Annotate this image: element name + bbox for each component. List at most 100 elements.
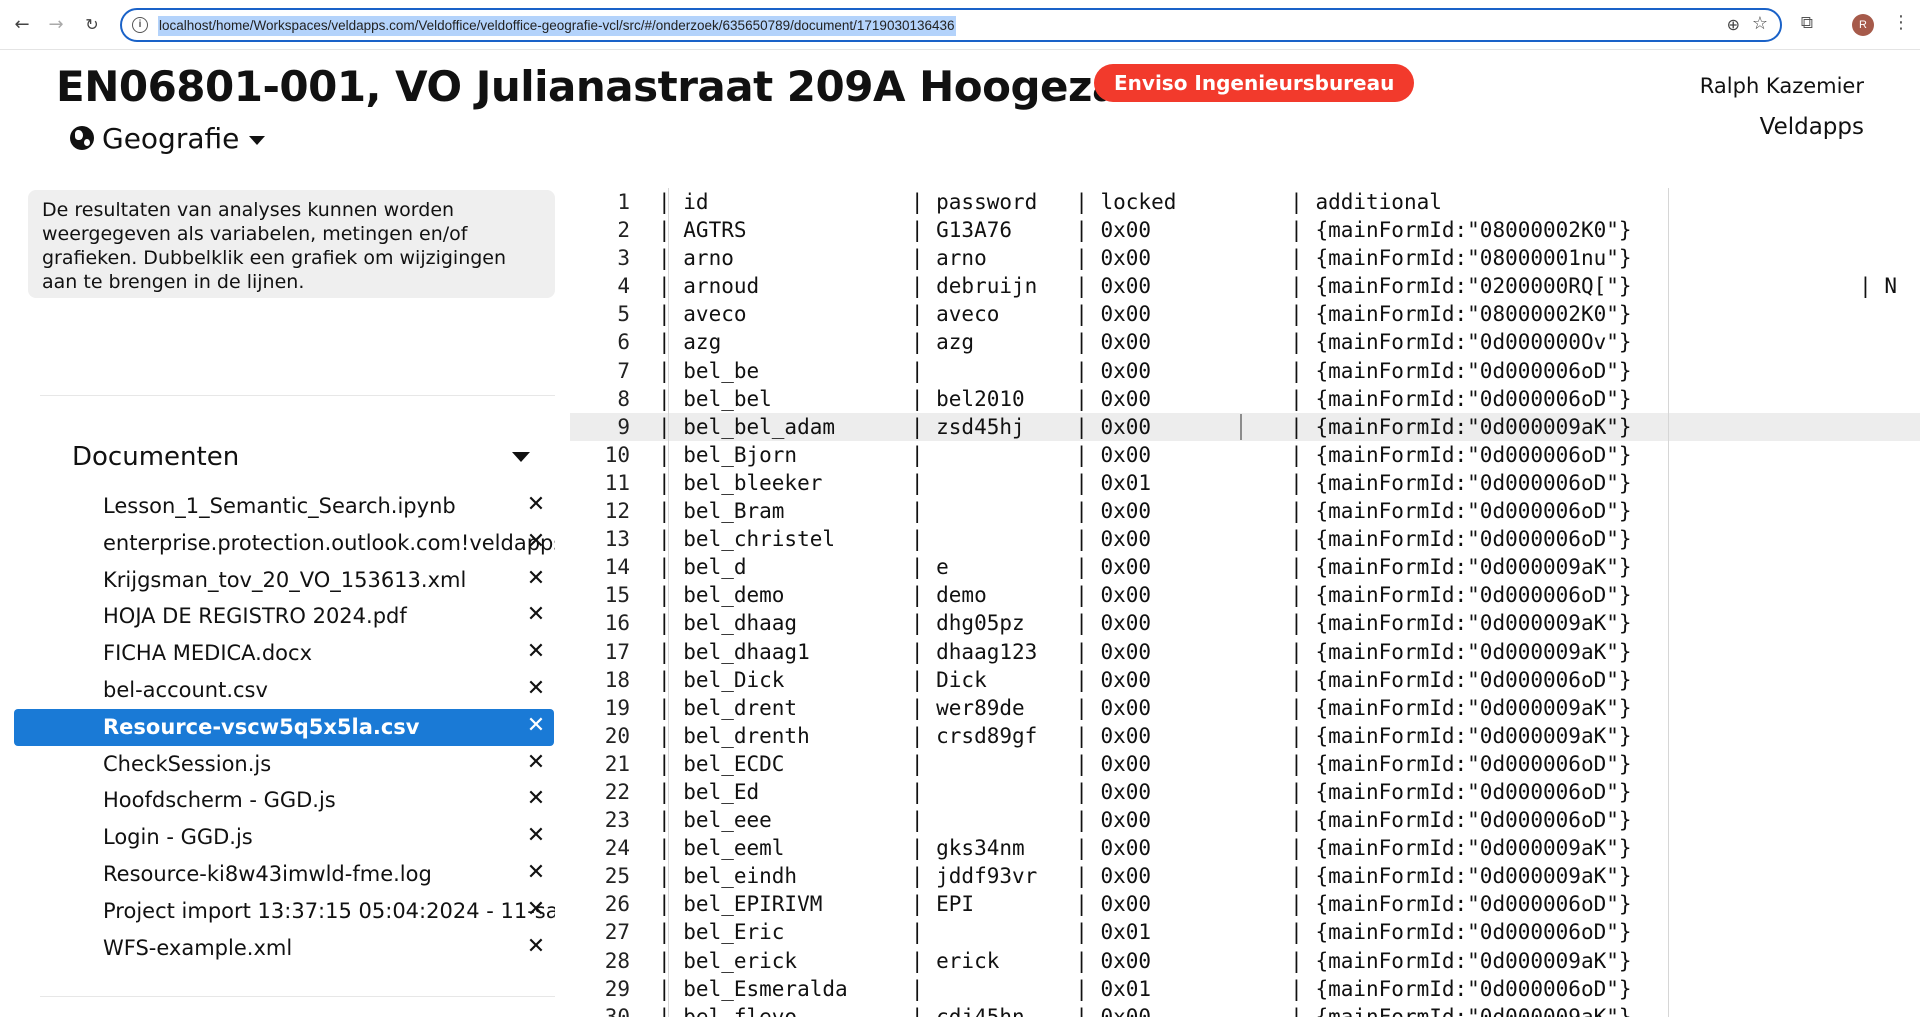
editor-line[interactable]: 23 | bel_eee | | 0x00 | {mainFormId:"0d00… <box>570 806 1920 834</box>
editor-line[interactable]: 24 | bel_eeml | gks34nm | 0x00 | {mainFor… <box>570 834 1920 862</box>
line-text[interactable]: | bel_erick | erick | 0x00 | {mainFormId… <box>658 947 1632 975</box>
editor-line[interactable]: 5 | aveco | aveco | 0x00 | {mainFormId:"0… <box>570 300 1920 328</box>
zoom-icon[interactable]: ⊕ <box>1727 15 1740 34</box>
document-name[interactable]: FICHA MEDICA.docx <box>103 641 555 665</box>
line-text[interactable]: | bel_demo | demo | 0x00 | {mainFormId:"… <box>658 581 1632 609</box>
close-icon[interactable]: ✕ <box>524 565 548 593</box>
address-bar[interactable]: i localhost/home/Workspaces/veldapps.com… <box>120 8 1782 42</box>
document-item[interactable]: bel-account.csv ✕ <box>14 672 554 709</box>
document-name[interactable]: Resource-ki8w43imwld-fme.log <box>103 862 555 886</box>
line-text[interactable]: | bel_Esmeralda | | 0x01 | {mainFormId:"… <box>658 975 1632 1003</box>
document-item[interactable]: Lesson_1_Semantic_Search.ipynb ✕ <box>14 488 554 525</box>
close-icon[interactable]: ✕ <box>524 601 548 629</box>
line-text[interactable]: | bel_bleeker | | 0x01 | {mainFormId:"0d… <box>658 469 1632 497</box>
editor-line[interactable]: 20 | bel_drenth | crsd89gf | 0x00 | {main… <box>570 722 1920 750</box>
editor-line[interactable]: 3 | arno | arno | 0x00 | {mainFormId:"080… <box>570 244 1920 272</box>
document-name[interactable]: CheckSession.js <box>103 752 555 776</box>
document-name[interactable]: Krijgsman_tov_20_VO_153613.xml <box>103 568 555 592</box>
line-text[interactable]: | bel_Bjorn | | 0x00 | {mainFormId:"0d00… <box>658 441 1632 469</box>
company-badge[interactable]: Enviso Ingenieursbureau <box>1094 64 1415 102</box>
document-item[interactable]: enterprise.protection.outlook.com!veldap… <box>14 525 555 562</box>
line-text[interactable]: | bel_be | | 0x00 | {mainFormId:"0d00000… <box>658 357 1632 385</box>
line-text[interactable]: | AGTRS | G13A76 | 0x00 | {mainFormId:"0… <box>658 216 1632 244</box>
line-text[interactable]: | arno | arno | 0x00 | {mainFormId:"0800… <box>658 244 1632 272</box>
puzzle-icon[interactable]: ⧉ <box>1796 13 1818 35</box>
line-text[interactable]: | azg | azg | 0x00 | {mainFormId:"0d0000… <box>658 328 1632 356</box>
arrow-left-icon[interactable]: ← <box>10 13 34 37</box>
editor-line[interactable]: 14 | bel_d | e | 0x00 | {mainFormId:"0d00… <box>570 553 1920 581</box>
document-item[interactable]: HOJA DE REGISTRO 2024.pdf ✕ <box>14 598 554 635</box>
line-text[interactable]: | bel_eindh | jddf93vr | 0x00 | {mainFor… <box>658 862 1632 890</box>
editor-line[interactable]: 13 | bel_christel | | 0x00 | {mainFormId:… <box>570 525 1920 553</box>
code-editor[interactable]: 1 | id | password | locked | additional 2 |… <box>570 188 1920 1017</box>
user-name[interactable]: Ralph Kazemier <box>1700 74 1864 98</box>
editor-line[interactable]: 18 | bel_Dick | Dick | 0x00 | {mainFormId… <box>570 666 1920 694</box>
close-icon[interactable]: ✕ <box>524 822 548 850</box>
editor-line[interactable]: 22 | bel_Ed | | 0x00 | {mainFormId:"0d000… <box>570 778 1920 806</box>
document-name[interactable]: Login - GGD.js <box>103 825 555 849</box>
line-text[interactable]: | bel_dhaag1 | dhaag123 | 0x00 | {mainFo… <box>658 638 1632 666</box>
editor-line[interactable]: 11 | bel_bleeker | | 0x01 | {mainFormId:"… <box>570 469 1920 497</box>
document-name[interactable]: bel-account.csv <box>103 678 555 702</box>
line-text[interactable]: | bel_eee | | 0x00 | {mainFormId:"0d0000… <box>658 806 1632 834</box>
document-name[interactable]: Hoofdscherm - GGD.js <box>103 788 555 812</box>
line-text[interactable]: | bel_d | e | 0x00 | {mainFormId:"0d0000… <box>658 553 1632 581</box>
document-name[interactable]: enterprise.protection.outlook.com!veldap… <box>103 531 555 555</box>
organization-name[interactable]: Veldapps <box>1760 114 1864 140</box>
line-text[interactable]: | bel_eeml | gks34nm | 0x00 | {mainFormI… <box>658 834 1632 862</box>
editor-line[interactable]: 12 | bel_Bram | | 0x00 | {mainFormId:"0d0… <box>570 497 1920 525</box>
line-text[interactable]: | bel_drenth | crsd89gf | 0x00 | {mainFo… <box>658 722 1632 750</box>
document-name[interactable]: Project import 13:37:15 05:04:2024 - 11-… <box>103 899 555 923</box>
document-name[interactable]: Resource-vscw5q5x5la.csv <box>103 715 555 739</box>
line-text[interactable]: | aveco | aveco | 0x00 | {mainFormId:"08… <box>658 300 1632 328</box>
editor-line[interactable]: 7 | bel_be | | 0x00 | {mainFormId:"0d0000… <box>570 357 1920 385</box>
line-text[interactable]: | bel_dhaag | dhg05pz | 0x00 | {mainForm… <box>658 609 1632 637</box>
info-icon[interactable]: i <box>132 17 148 33</box>
editor-line[interactable]: 16 | bel_dhaag | dhg05pz | 0x00 | {mainFo… <box>570 609 1920 637</box>
documents-header[interactable]: Documenten <box>72 440 530 474</box>
line-text[interactable]: | bel_Bram | | 0x00 | {mainFormId:"0d000… <box>658 497 1632 525</box>
line-text[interactable]: | bel_Eric | | 0x01 | {mainFormId:"0d000… <box>658 918 1632 946</box>
line-text[interactable]: | bel_Dick | Dick | 0x00 | {mainFormId:"… <box>658 666 1632 694</box>
line-text[interactable]: | bel_bel_adam | zsd45hj | 0x00 | {mainF… <box>658 413 1632 441</box>
document-item[interactable]: CheckSession.js ✕ <box>14 746 554 783</box>
line-text[interactable]: | bel_ECDC | | 0x00 | {mainFormId:"0d000… <box>658 750 1632 778</box>
url-input[interactable]: localhost/home/Workspaces/veldapps.com/V… <box>158 16 956 36</box>
document-name[interactable]: HOJA DE REGISTRO 2024.pdf <box>103 604 555 628</box>
line-text[interactable]: | bel_drent | wer89de | 0x00 | {mainForm… <box>658 694 1632 722</box>
document-item[interactable]: Login - GGD.js ✕ <box>14 819 554 856</box>
editor-line[interactable]: 15 | bel_demo | demo | 0x00 | {mainFormId… <box>570 581 1920 609</box>
editor-line[interactable]: 9 | bel_bel_adam | zsd45hj | 0x00 | {main… <box>570 412 1920 441</box>
editor-line[interactable]: 1 | id | password | locked | additional <box>570 188 1920 216</box>
line-text[interactable]: | bel_EPIRIVM | EPI | 0x00 | {mainFormId… <box>658 890 1632 918</box>
editor-line[interactable]: 8 | bel_bel | bel2010 | 0x00 | {mainFormI… <box>570 385 1920 413</box>
editor-line[interactable]: 10 | bel_Bjorn | | 0x00 | {mainFormId:"0d… <box>570 441 1920 469</box>
kebab-menu-icon[interactable]: ⋮ <box>1892 12 1910 33</box>
editor-line[interactable]: 17 | bel_dhaag1 | dhaag123 | 0x00 | {main… <box>570 638 1920 666</box>
document-item[interactable]: Resource-vscw5q5x5la.csv ✕ <box>14 708 555 746</box>
line-text[interactable]: | arnoud | debruijn | 0x00 | {mainFormId… <box>658 272 1897 300</box>
line-text[interactable]: | bel_Ed | | 0x00 | {mainFormId:"0d00000… <box>658 778 1632 806</box>
close-icon[interactable]: ✕ <box>524 859 548 887</box>
document-item[interactable]: FICHA MEDICA.docx ✕ <box>14 635 554 672</box>
editor-line[interactable]: 29 | bel_Esmeralda | | 0x01 | {mainFormId… <box>570 975 1920 1003</box>
document-item[interactable]: Resource-ki8w43imwld-fme.log ✕ <box>14 856 554 893</box>
document-item[interactable]: Hoofdscherm - GGD.js ✕ <box>14 782 554 819</box>
reload-icon[interactable]: ↻ <box>80 13 104 37</box>
avatar[interactable]: R <box>1852 14 1874 36</box>
close-icon[interactable]: ✕ <box>524 896 548 924</box>
arrow-right-icon[interactable]: → <box>44 13 68 37</box>
star-icon[interactable]: ☆ <box>1752 13 1768 34</box>
document-name[interactable]: Lesson_1_Semantic_Search.ipynb <box>103 494 555 518</box>
close-icon[interactable]: ✕ <box>524 933 548 961</box>
close-icon[interactable]: ✕ <box>524 675 548 703</box>
editor-line[interactable]: 25 | bel_eindh | jddf93vr | 0x00 | {mainF… <box>570 862 1920 890</box>
editor-line[interactable]: 4 | arnoud | debruijn | 0x00 | {mainFormI… <box>570 272 1920 300</box>
line-text[interactable]: | id | password | locked | additional <box>658 188 1442 216</box>
close-icon[interactable]: ✕ <box>524 491 548 519</box>
close-icon[interactable]: ✕ <box>524 528 548 556</box>
document-name[interactable]: WFS-example.xml <box>103 936 555 960</box>
editor-line[interactable]: 28 | bel_erick | erick | 0x00 | {mainForm… <box>570 947 1920 975</box>
editor-line[interactable]: 30 | bel_flevo | cdj45hn | 0x00 | {mainFo… <box>570 1003 1920 1017</box>
editor-line[interactable]: 6 | azg | azg | 0x00 | {mainFormId:"0d000… <box>570 328 1920 356</box>
